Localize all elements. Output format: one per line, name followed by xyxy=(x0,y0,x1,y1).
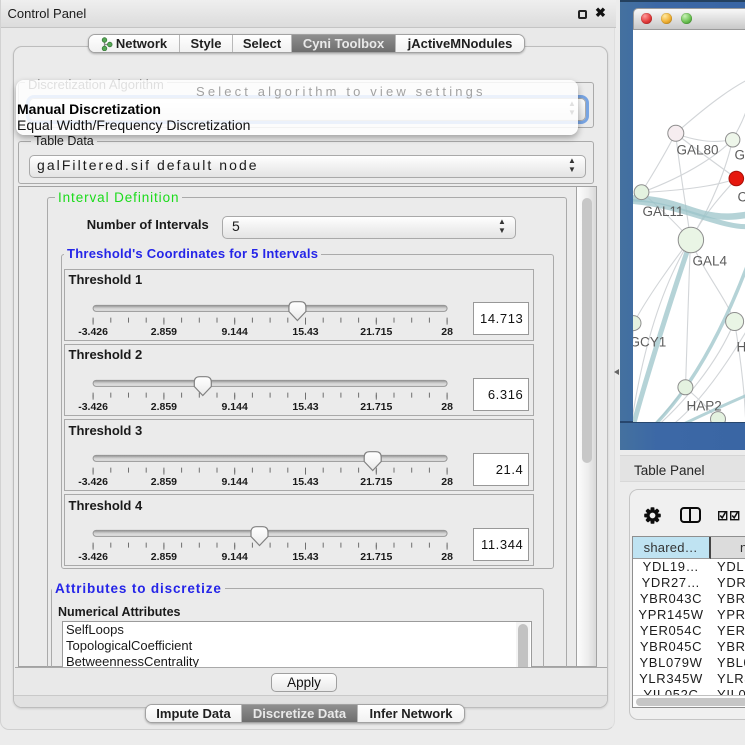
svg-text:21.715: 21.715 xyxy=(360,326,392,338)
svg-text:-3.426: -3.426 xyxy=(78,551,108,563)
svg-text:21.715: 21.715 xyxy=(360,401,392,413)
svg-text:15.43: 15.43 xyxy=(292,326,318,338)
svg-text:9.144: 9.144 xyxy=(222,551,248,563)
svg-text:-3.426: -3.426 xyxy=(78,476,108,488)
svg-text:21.715: 21.715 xyxy=(360,476,392,488)
svg-text:H: H xyxy=(736,339,745,354)
svg-text:-3.426: -3.426 xyxy=(78,401,108,413)
svg-text:GCY1: GCY1 xyxy=(633,334,666,349)
svg-text:GAL4: GAL4 xyxy=(692,253,727,268)
svg-text:HAP2: HAP2 xyxy=(686,398,721,413)
svg-text:9.144: 9.144 xyxy=(222,401,248,413)
svg-text:2.859: 2.859 xyxy=(151,326,177,338)
svg-text:2.859: 2.859 xyxy=(151,551,177,563)
svg-text:9.144: 9.144 xyxy=(222,476,248,488)
svg-text:28: 28 xyxy=(441,551,453,563)
svg-text:28: 28 xyxy=(441,401,453,413)
svg-text:GA: GA xyxy=(734,147,745,162)
svg-text:15.43: 15.43 xyxy=(292,476,318,488)
svg-text:GAL11: GAL11 xyxy=(642,204,683,219)
svg-text:21.715: 21.715 xyxy=(360,551,392,563)
svg-text:C: C xyxy=(737,189,745,204)
svg-text:2.859: 2.859 xyxy=(151,401,177,413)
svg-text:15.43: 15.43 xyxy=(292,551,318,563)
svg-text:15.43: 15.43 xyxy=(292,401,318,413)
svg-text:GAL80: GAL80 xyxy=(676,142,718,157)
svg-text:28: 28 xyxy=(441,476,453,488)
svg-text:9.144: 9.144 xyxy=(222,326,248,338)
svg-text:28: 28 xyxy=(441,326,453,338)
svg-text:2.859: 2.859 xyxy=(151,476,177,488)
svg-text:-3.426: -3.426 xyxy=(78,326,108,338)
